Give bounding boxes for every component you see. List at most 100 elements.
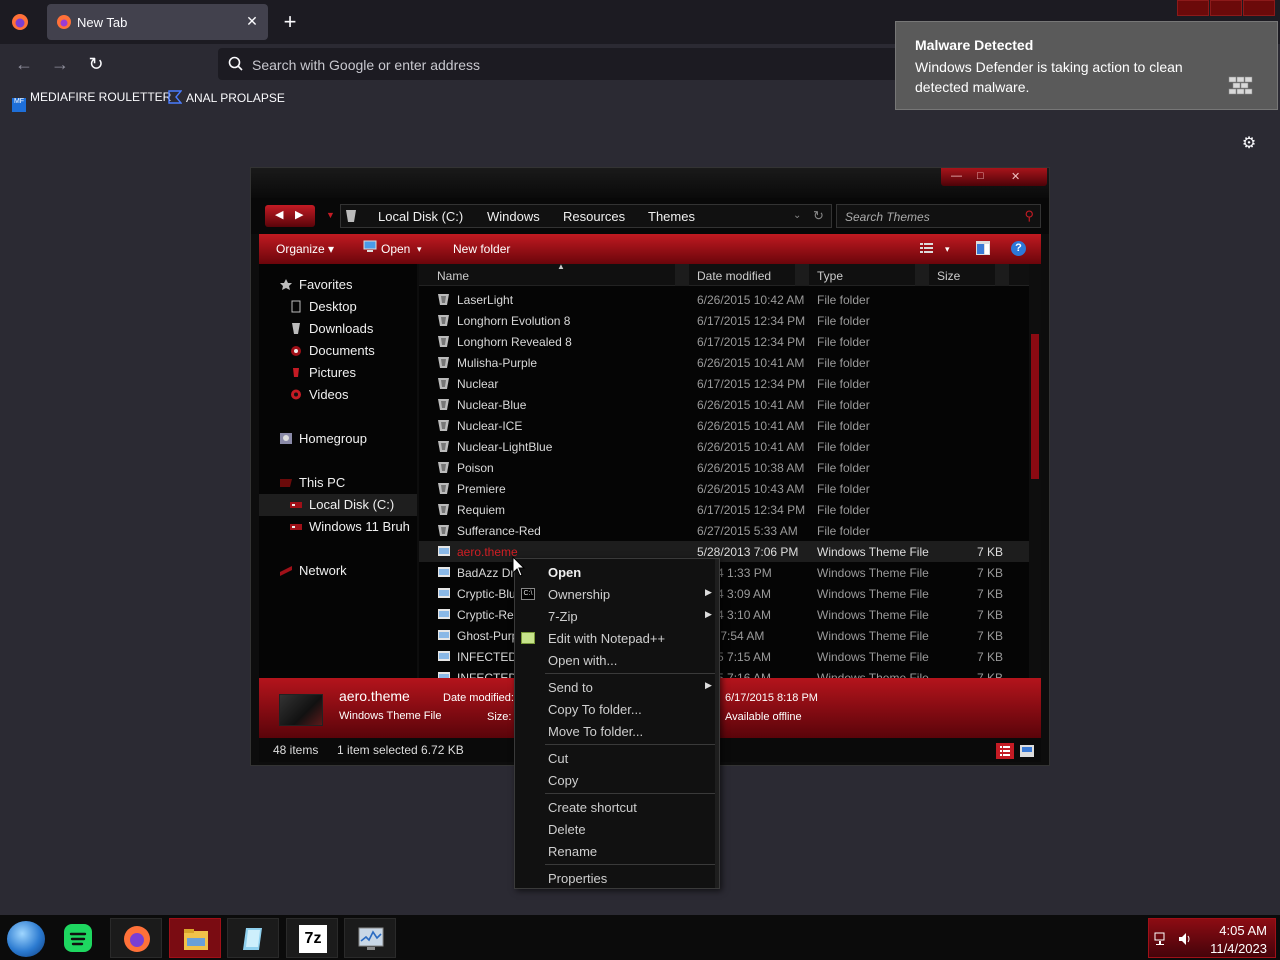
organize-button[interactable]: Organize ▾ [276,242,334,256]
explorer-maximize-button[interactable]: □ [977,170,984,182]
notepad-taskbar-button[interactable] [227,918,279,958]
nav-desktop[interactable]: Desktop [259,296,417,318]
folder-row[interactable]: Nuclear 6/17/2015 12:34 PM File folder [419,373,1029,394]
gear-icon[interactable]: ⚙ [1240,135,1258,153]
nav-network[interactable]: Network [259,560,417,582]
file-row[interactable]: INFECTED 2015 7:16 AM Windows Theme File 7 … [419,667,1029,678]
menu-item-send-to[interactable]: Send to ▶ [515,676,719,698]
back-button[interactable]: ← [12,52,36,76]
col-divider[interactable] [675,264,689,286]
folder-row[interactable]: Requiem 6/17/2015 12:34 PM File folder [419,499,1029,520]
nav-this-pc[interactable]: This PC [259,472,417,494]
folder-row[interactable]: Nuclear-LightBlue 6/26/2015 10:41 AM File … [419,436,1029,457]
recent-locations-icon[interactable]: ▼ [326,210,335,220]
breadcrumb-themes[interactable]: Themes [648,209,695,224]
breadcrumb-resources[interactable]: Resources [563,209,625,224]
volume-icon[interactable] [1177,931,1193,947]
folder-row[interactable]: Nuclear-Blue 6/26/2015 10:41 AM File folde… [419,394,1029,415]
preview-pane-icon[interactable] [975,240,991,256]
forward-button[interactable]: → [48,52,72,76]
col-date[interactable]: Date modified [697,269,771,283]
close-tab-icon[interactable]: ✕ [244,12,260,30]
col-divider[interactable] [795,264,809,286]
menu-item-copy-to-folder[interactable]: Copy To folder... [515,698,719,720]
breadcrumb-windows[interactable]: Windows [487,209,540,224]
close-window-button[interactable] [1243,0,1275,16]
nav-favorites[interactable]: Favorites [259,274,417,296]
file-row[interactable]: Ghost-Purp 014 7:54 AM Windows Theme File 7… [419,625,1029,646]
folder-row[interactable]: Nuclear-ICE 6/26/2015 10:41 AM File folder [419,415,1029,436]
address-bar[interactable]: Local Disk (C:) Windows Resources Themes… [340,204,832,228]
start-button[interactable] [7,921,45,957]
folder-row[interactable]: Premiere 6/26/2015 10:43 AM File folder [419,478,1029,499]
menu-item-create-shortcut[interactable]: Create shortcut [515,796,719,818]
firefox-view-icon[interactable] [8,10,32,34]
clock-date[interactable]: 11/4/2023 [1210,941,1267,956]
scrollbar-thumb[interactable] [1031,334,1039,479]
file-row[interactable]: BadAzz Dr 2014 1:33 PM Windows Theme File 7… [419,562,1029,583]
firefox-taskbar-button[interactable] [110,918,162,958]
menu-item-open-with[interactable]: Open with... [515,649,719,671]
menu-item-cut[interactable]: Cut [515,747,719,769]
folder-row[interactable]: Longhorn Evolution 8 6/17/2015 12:34 PM Fi… [419,310,1029,331]
file-row[interactable]: aero.theme 5/28/2013 7:06 PM Windows Theme… [419,541,1029,562]
menu-item-ownership[interactable]: C:\ Ownership ▶ [515,583,719,605]
nav-windows-11[interactable]: Windows 11 Bruh [259,516,417,538]
explorer-forward-button[interactable]: ▶ [295,208,303,221]
explorer-minimize-button[interactable]: — [951,170,962,182]
network-tray-icon[interactable] [1153,931,1169,947]
col-divider[interactable] [995,264,1009,286]
explorer-taskbar-button[interactable] [169,918,221,958]
nav-documents[interactable]: Documents [259,340,417,362]
col-size[interactable]: Size [937,269,960,283]
bookmark-prolapse[interactable]: ANAL PROLAPSE [168,90,285,108]
menu-item-7-zip[interactable]: 7-Zip ▶ [515,605,719,627]
tab-new-tab[interactable]: New Tab ✕ [47,4,268,40]
explorer-titlebar[interactable]: — □ ✕ [251,168,1049,198]
large-icons-view-icon[interactable] [1018,743,1036,759]
nav-pictures[interactable]: Pictures [259,362,417,384]
file-row[interactable]: INFECTED 2 2015 7:15 AM Windows Theme File… [419,646,1029,667]
open-button[interactable]: Open [381,242,410,256]
7zip-taskbar-button[interactable]: 7z [286,918,338,958]
vertical-scrollbar[interactable] [1029,264,1041,678]
clock-time[interactable]: 4:05 AM [1219,923,1267,938]
details-view-icon[interactable] [996,743,1014,759]
spotify-taskbar-button[interactable] [52,918,104,958]
new-tab-button[interactable]: + [280,10,300,34]
menu-item-move-to-folder[interactable]: Move To folder... [515,720,719,742]
menu-item-open[interactable]: Open [515,561,719,583]
folder-row[interactable]: Longhorn Revealed 8 6/17/2015 12:34 PM Fil… [419,331,1029,352]
col-name[interactable]: Name [437,269,469,283]
col-type[interactable]: Type [817,269,843,283]
task-manager-taskbar-button[interactable] [344,918,396,958]
folder-row[interactable]: LaserLight 6/26/2015 10:42 AM File folder [419,289,1029,310]
reload-button[interactable]: ↻ [84,52,108,76]
nav-local-disk[interactable]: Local Disk (C:) [259,494,417,516]
new-folder-button[interactable]: New folder [453,242,510,256]
folder-row[interactable]: Mulisha-Purple 6/26/2015 10:41 AM File fol… [419,352,1029,373]
url-bar[interactable]: Search with Google or enter address [218,48,918,80]
breadcrumb-local-disk[interactable]: Local Disk (C:) [378,209,463,224]
explorer-back-button[interactable]: ◀ [275,208,283,221]
explorer-search-input[interactable]: Search Themes ⚲ [836,204,1041,228]
refresh-icon[interactable]: ↻ [813,208,824,224]
menu-item-edit-with-notepad[interactable]: Edit with Notepad++ [515,627,719,649]
folder-row[interactable]: Poison 6/26/2015 10:38 AM File folder [419,457,1029,478]
nav-downloads[interactable]: Downloads [259,318,417,340]
nav-homegroup[interactable]: Homegroup [259,428,417,450]
menu-item-delete[interactable]: Delete [515,818,719,840]
minimize-button[interactable] [1177,0,1209,16]
open-dropdown-icon[interactable]: ▾ [417,244,422,255]
menu-item-properties[interactable]: Properties [515,867,719,889]
nav-videos[interactable]: Videos [259,384,417,406]
col-divider[interactable] [915,264,929,286]
bookmark-mediafire[interactable]: MF MEDIAFIRE ROULETTER [12,90,171,112]
malware-toast[interactable]: Malware Detected Windows Defender is tak… [895,21,1278,110]
maximize-button[interactable] [1210,0,1242,16]
file-row[interactable]: Cryptic-Red 2014 3:10 AM Windows Theme Fil… [419,604,1029,625]
menu-item-rename[interactable]: Rename [515,840,719,862]
change-view-icon[interactable] [919,241,935,255]
menu-item-copy[interactable]: Copy [515,769,719,791]
view-dropdown-icon[interactable]: ▾ [945,244,950,255]
